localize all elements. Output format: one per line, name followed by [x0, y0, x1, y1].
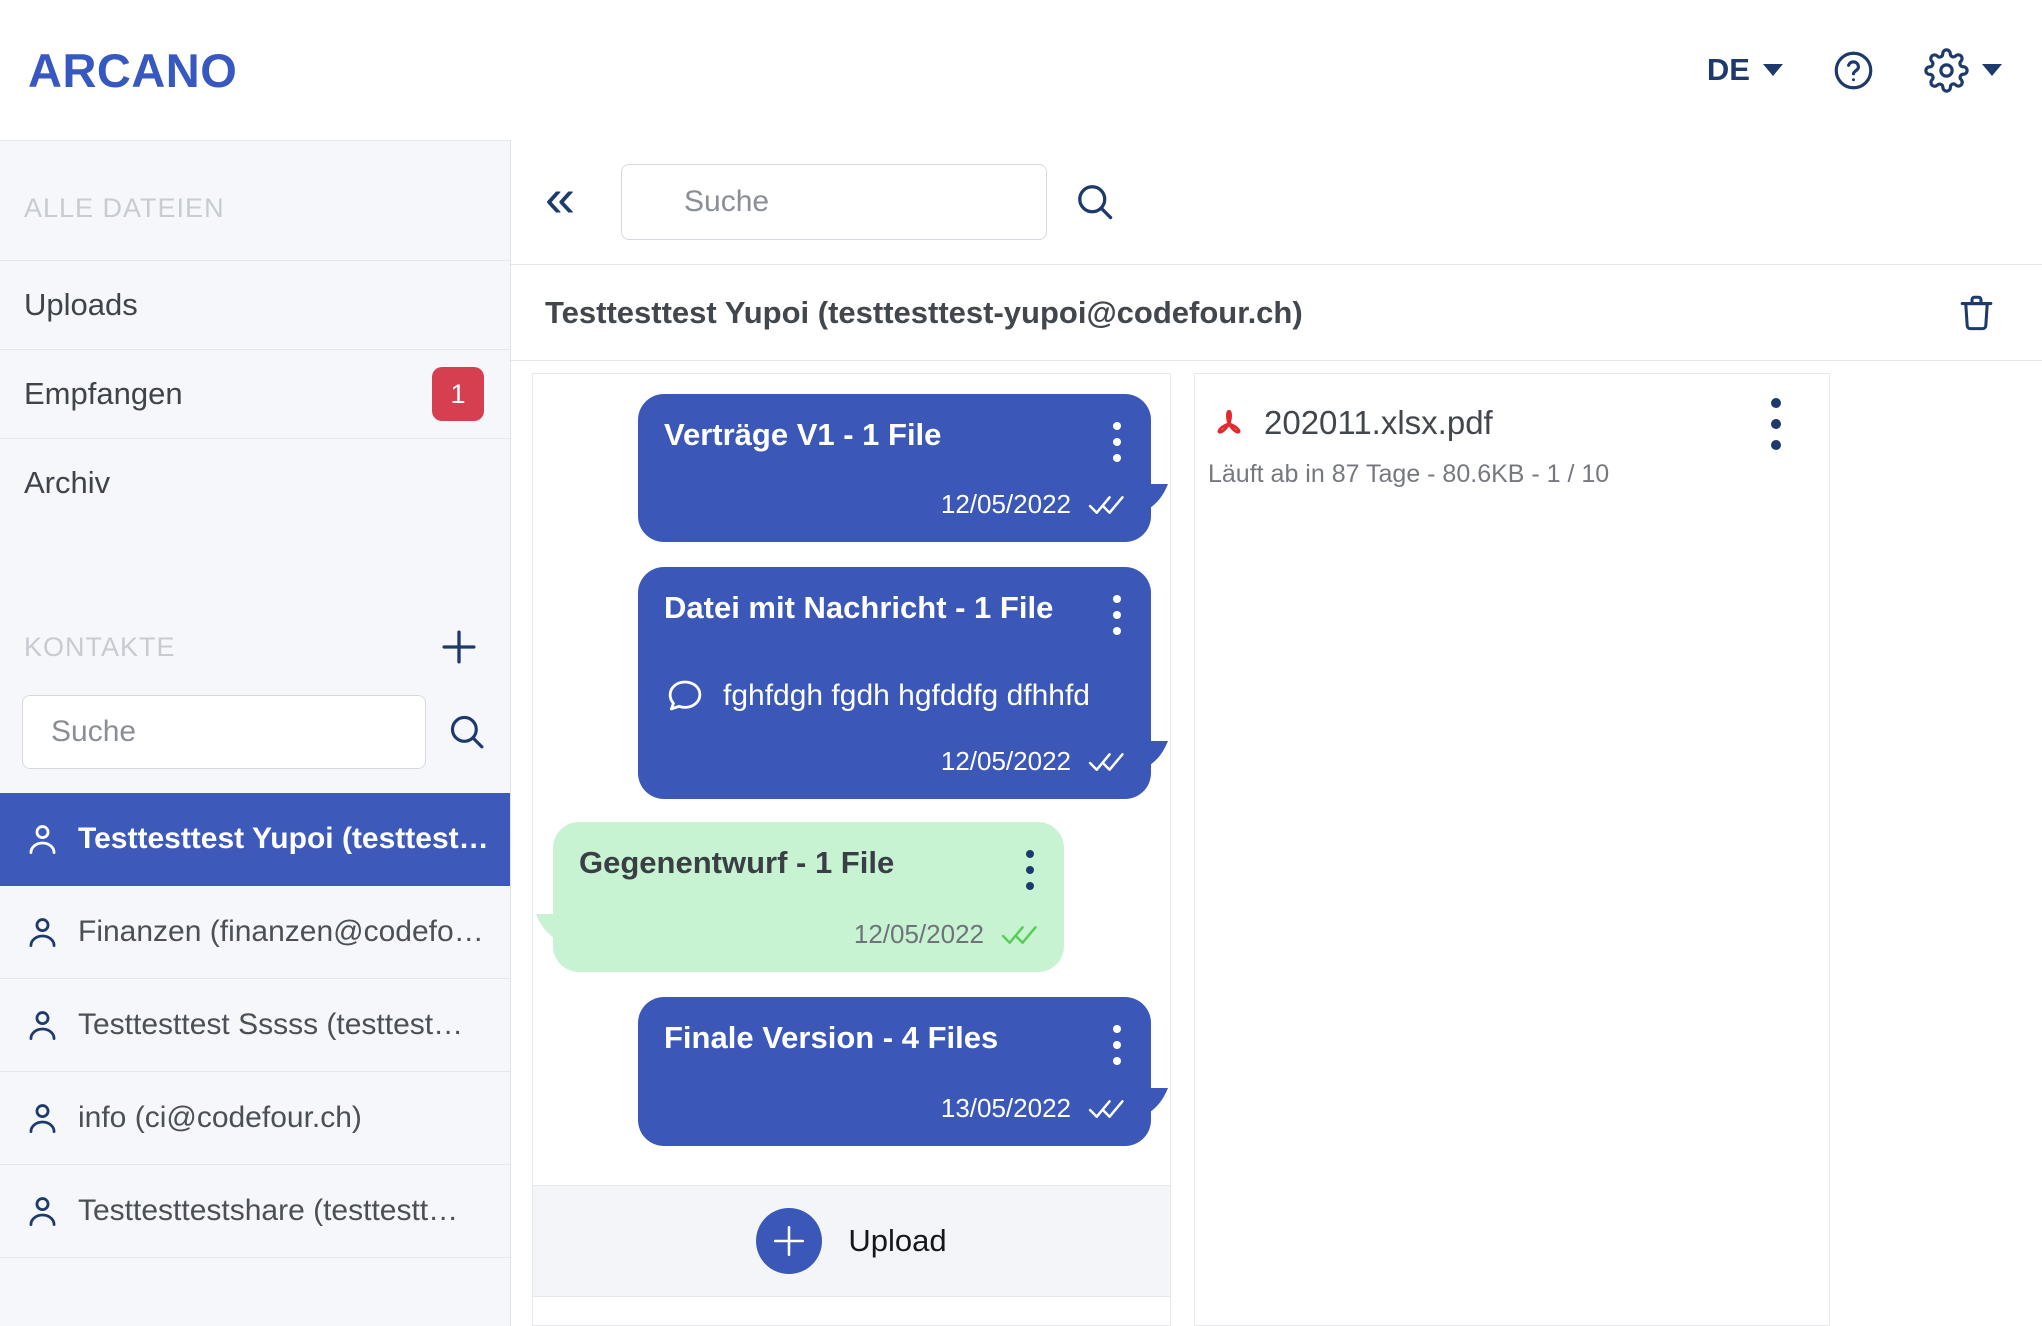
main-search-input[interactable] [621, 164, 1047, 240]
double-check-icon [1088, 1096, 1125, 1121]
help-button[interactable] [1831, 48, 1876, 93]
contacts-search-button[interactable] [446, 711, 488, 753]
nav-label: Uploads [24, 287, 138, 323]
main-search-row: « [511, 140, 2042, 265]
contact-label: Testtesttest Sssss (testtest… [78, 1008, 463, 1042]
contacts-section-label: KONTAKTE [24, 632, 176, 663]
conversation-panel: Verträge V1 - 1 File 12/05/2022 [532, 373, 1171, 1326]
contact-label: Testtesttest Yupoi (testtest… [78, 822, 489, 856]
person-icon [24, 1193, 61, 1230]
message-date: 13/05/2022 [941, 1093, 1071, 1124]
message-date: 12/05/2022 [854, 919, 984, 950]
message-list: Verträge V1 - 1 File 12/05/2022 [533, 374, 1170, 1185]
bubble-tail [1150, 484, 1168, 508]
contact-item[interactable]: info (ci@codefour.ch) [0, 1072, 510, 1165]
help-circle-icon [1831, 48, 1876, 93]
speech-bubble-icon [664, 675, 706, 717]
unread-count-badge: 1 [432, 367, 484, 421]
sidebar-item-uploads[interactable]: Uploads [0, 260, 510, 349]
message-date: 12/05/2022 [941, 746, 1071, 777]
double-check-icon [1088, 492, 1125, 517]
person-icon [24, 1100, 61, 1137]
bubble-tail [1150, 1088, 1168, 1112]
sidebar: ALLE DATEIEN Uploads Empfangen 1 Archiv … [0, 140, 511, 1326]
plus-circle-icon [756, 1208, 822, 1274]
message-note: fghfdgh fgdh hgfddfg dfhhfd [723, 679, 1090, 713]
contact-label: info (ci@codefour.ch) [78, 1101, 362, 1135]
collapse-sidebar-icon[interactable]: « [545, 171, 575, 233]
file-meta: Läuft ab in 87 Tage - 80.6KB - 1 / 10 [1208, 460, 1829, 489]
kebab-menu-icon[interactable] [1113, 589, 1125, 635]
message-bubble[interactable]: Datei mit Nachricht - 1 File fghfdgh fgd… [638, 567, 1151, 799]
message-bubble[interactable]: Verträge V1 - 1 File 12/05/2022 [638, 394, 1151, 542]
app-logo: ARCANO [28, 43, 237, 98]
language-label: DE [1707, 52, 1750, 88]
sidebar-item-empfangen[interactable]: Empfangen 1 [0, 349, 510, 438]
bubble-tail [1150, 741, 1168, 765]
trash-icon [1955, 291, 1998, 334]
pdf-file-icon [1208, 402, 1250, 444]
conversation-title: Testtesttest Yupoi (testtesttest-yupoi@c… [545, 295, 1303, 331]
upload-label: Upload [848, 1223, 946, 1259]
nav-label: Empfangen [24, 376, 183, 412]
contact-label: Testtesttestshare (testtestt… [78, 1194, 458, 1228]
sidebar-item-archiv[interactable]: Archiv [0, 438, 510, 527]
search-icon [1073, 180, 1117, 224]
message-title: Gegenentwurf - 1 File [579, 844, 894, 883]
contact-label: Finanzen (finanzen@codefo… [78, 915, 484, 949]
add-contact-button[interactable] [438, 626, 480, 668]
upload-button[interactable]: Upload [533, 1185, 1170, 1297]
double-check-icon [1001, 922, 1038, 947]
gear-icon [1924, 48, 1969, 93]
kebab-menu-icon[interactable] [1026, 844, 1038, 890]
message-bubble[interactable]: Gegenentwurf - 1 File 12/05/2022 [553, 822, 1064, 972]
conversation-header: Testtesttest Yupoi (testtesttest-yupoi@c… [511, 265, 2042, 361]
file-card[interactable]: 202011.xlsx.pdf [1208, 396, 1829, 450]
person-icon [24, 1007, 61, 1044]
settings-menu[interactable] [1924, 48, 2002, 93]
contact-item[interactable]: Testtesttestshare (testtestt… [0, 1165, 510, 1258]
contact-item[interactable]: Finanzen (finanzen@codefo… [0, 886, 510, 979]
file-details-panel: 202011.xlsx.pdf Läuft ab in 87 Tage - 80… [1194, 373, 1830, 1326]
person-icon [24, 821, 61, 858]
language-switcher[interactable]: DE [1707, 52, 1783, 88]
file-name: 202011.xlsx.pdf [1264, 404, 1493, 442]
person-icon [24, 914, 61, 951]
contact-item[interactable]: Testtesttest Sssss (testtest… [0, 979, 510, 1072]
plus-icon [438, 626, 480, 668]
kebab-menu-icon[interactable] [1113, 416, 1125, 462]
chevron-down-icon [1763, 64, 1783, 76]
panel-spacer [533, 1297, 1170, 1325]
search-icon [446, 711, 488, 753]
double-check-icon [1088, 749, 1125, 774]
kebab-menu-icon[interactable] [1113, 1019, 1125, 1065]
message-title: Datei mit Nachricht - 1 File [664, 589, 1053, 628]
message-date: 12/05/2022 [941, 489, 1071, 520]
message-bubble[interactable]: Finale Version - 4 Files 13/05/2022 [638, 997, 1151, 1146]
nav-label: Archiv [24, 465, 110, 501]
message-title: Verträge V1 - 1 File [664, 416, 941, 455]
contacts-search-input[interactable] [22, 695, 426, 769]
chevron-down-icon [1982, 64, 2002, 76]
main-search-button[interactable] [1073, 180, 1117, 224]
delete-conversation-button[interactable] [1955, 291, 1998, 334]
bubble-tail [536, 914, 554, 938]
kebab-menu-icon[interactable] [1771, 396, 1781, 450]
app-header: ARCANO DE [0, 0, 2042, 140]
message-title: Finale Version - 4 Files [664, 1019, 998, 1058]
contact-item[interactable]: Testtesttest Yupoi (testtest… [0, 793, 510, 886]
files-section-label: ALLE DATEIEN [0, 141, 510, 260]
